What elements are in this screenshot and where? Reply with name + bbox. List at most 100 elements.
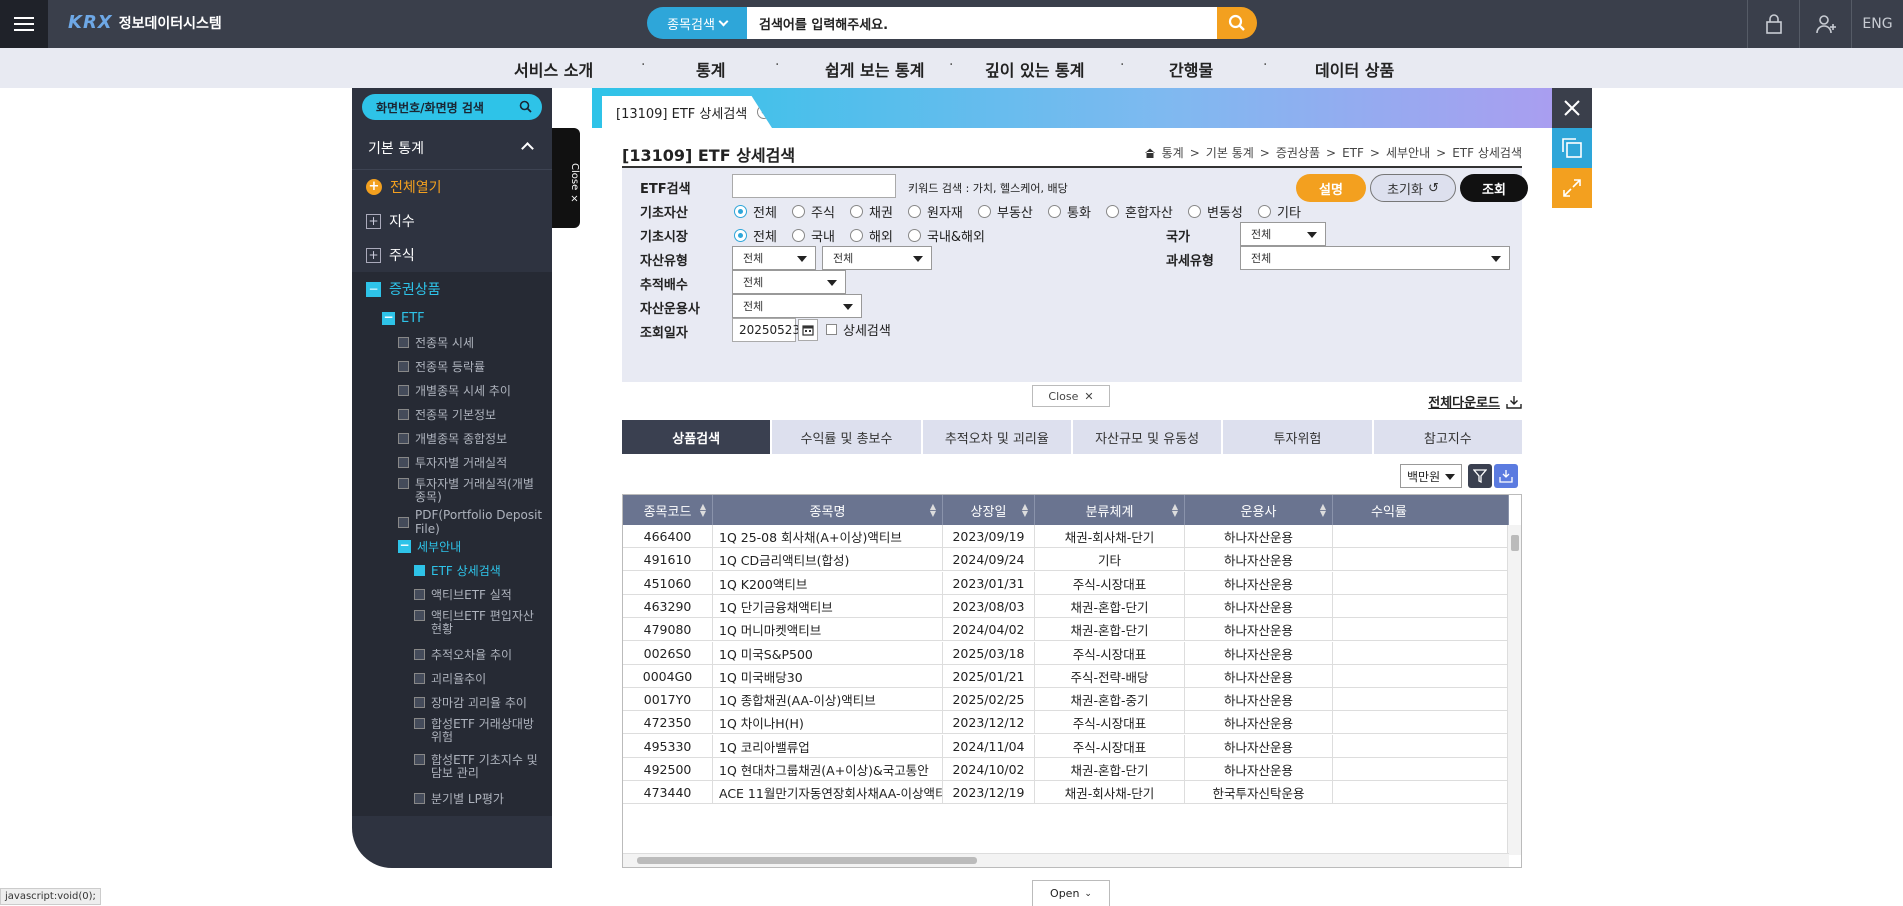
col-header-name[interactable]: 종목명 ▲ ▼ [713,495,943,525]
asset-type-select-2[interactable]: 전체 [822,246,932,270]
subtab-investment-risk[interactable]: 투자위험 [1223,420,1372,454]
open-button[interactable]: Open ⌄ [1032,880,1110,906]
table-row[interactable]: 0017Y0 1Q 종합채권(AA-이상)액티브 2025/02/25 채권-혼합-중… [623,688,1509,712]
horizontal-scrollbar[interactable] [623,853,1509,867]
nav-item-stats[interactable]: 통계 [696,57,725,81]
calendar-button[interactable] [798,319,818,341]
radio-asset-currency[interactable]: 통화 [1048,202,1091,221]
table-row[interactable]: 491610 1Q CD금리액티브(합성) 2024/09/24 기타 하나자산운용 [623,548,1509,572]
lock-button[interactable] [1747,0,1799,48]
breadcrumb-item[interactable]: 증권상품 [1276,144,1320,161]
vertical-scrollbar[interactable] [1507,525,1521,855]
subtab-tracking-error[interactable]: 추적오차 및 괴리율 [922,420,1071,454]
search-button[interactable] [1217,7,1257,39]
logo[interactable]: KRX 정보데이터시스템 [68,12,222,33]
radio-asset-volatility[interactable]: 변동성 [1188,202,1243,221]
sidebar-item-stock[interactable]: + 주식 [352,238,552,272]
sidebar-subitem[interactable]: 전종목 기본정보 [352,402,552,426]
sidebar-subitem[interactable]: 개별종목 종합정보 [352,426,552,450]
radio-market-all[interactable]: 전체 [734,226,777,245]
tax-type-select[interactable]: 전체 [1240,246,1510,270]
radio-asset-commodity[interactable]: 원자재 [908,202,963,221]
radio-market-both[interactable]: 국내&해외 [908,226,985,245]
radio-asset-mixed[interactable]: 혼합자산 [1106,202,1173,221]
explain-button[interactable]: 설명 [1296,174,1366,202]
download-all-button[interactable]: 전체다운로드 [1428,392,1522,411]
subtab-asset-liquidity[interactable]: 자산규모 및 유동성 [1072,420,1222,454]
breadcrumb-item[interactable]: 세부안내 [1386,144,1430,161]
screen-search-input[interactable]: 화면번호/화면명 검색 [362,94,542,120]
sidebar-subitem[interactable]: 장마감 괴리율 추이 [352,690,552,714]
radio-asset-etc[interactable]: 기타 [1258,202,1301,221]
sidebar-subitem[interactable]: 투자자별 거래실적 [352,450,552,474]
radio-market-domestic[interactable]: 국내 [792,226,835,245]
subtab-product-search[interactable]: 상품검색 [622,420,771,454]
new-window-button[interactable] [1552,128,1592,168]
radio-asset-bond[interactable]: 채권 [850,202,893,221]
col-header-listing-date[interactable]: 상장일 ▲ ▼ [943,495,1035,525]
sidebar-item-index[interactable]: + 지수 [352,204,552,238]
table-row[interactable]: 463290 1Q 단기금융채액티브 2023/08/03 채권-혼합-단기 하나자산운… [623,594,1509,618]
menu-button[interactable] [0,0,48,48]
sidebar-subitem[interactable]: 개별종목 시세 추이 [352,378,552,402]
scroll-thumb[interactable] [637,857,977,864]
radio-asset-all[interactable]: 전체 [734,202,777,221]
breadcrumb-item[interactable]: 기본 통계 [1206,144,1254,161]
tracking-multiple-select[interactable]: 전체 [732,270,846,294]
etf-search-input[interactable] [732,174,896,198]
form-close-button[interactable]: Close ✕ [1032,385,1110,407]
user-add-button[interactable] [1799,0,1851,48]
table-row[interactable]: 0026S0 1Q 미국S&P500 2025/03/18 주식-시장대표 하나자산운용 [623,641,1509,665]
breadcrumb-item[interactable]: 통계 [1162,144,1184,161]
col-header-code[interactable]: 종목코드 ▲ ▼ [623,495,713,525]
nav-item-deep-stats[interactable]: 깊이 있는 통계 [985,57,1084,81]
col-header-classification[interactable]: 분류체계 ▲ ▼ [1035,495,1185,525]
language-button[interactable]: ENG [1851,0,1903,48]
search-type-select[interactable]: 종목검색 [647,7,747,39]
search-icon[interactable] [519,100,532,113]
close-icon[interactable]: ✕ [757,105,772,119]
subtab-returns-fees[interactable]: 수익률 및 총보수 [772,420,921,454]
sidebar-subitem[interactable]: 액티브ETF 실적 [352,582,552,606]
expand-button[interactable] [1552,168,1592,208]
sidebar-item-securities[interactable]: − 증권상품 [352,272,552,306]
filter-button[interactable] [1468,464,1492,488]
sidebar-subitem[interactable]: 괴리율추이 [352,666,552,690]
table-row[interactable]: 473440 ACE 11월만기자동연장회사채AA-이상액티브 2023/12/19… [623,781,1509,805]
scroll-thumb[interactable] [1511,535,1519,551]
col-header-return[interactable]: 수익률 [1333,495,1509,525]
sidebar-subitem[interactable]: 액티브ETF 편입자산현황 [352,606,552,642]
sidebar-subitem[interactable]: 투자자별 거래실적(개별종목) [352,474,552,510]
sidebar-subitem[interactable]: 전종목 시세 [352,330,552,354]
sidebar-subitem[interactable]: 분기별 LP평가 [352,786,552,810]
radio-market-overseas[interactable]: 해외 [850,226,893,245]
sidebar-subitem[interactable]: PDF(Portfolio Deposit File) [352,508,552,536]
sidebar-subitem[interactable]: 추적오차율 추이 [352,642,552,666]
asset-type-select-1[interactable]: 전체 [732,246,816,270]
sidebar-close-tab[interactable]: Close × [552,128,580,228]
sidebar-item-detail-info[interactable]: − 세부안내 [352,534,552,558]
excel-download-button[interactable] [1494,464,1518,488]
radio-asset-realestate[interactable]: 부동산 [978,202,1033,221]
nav-item-data-products[interactable]: 데이터 상품 [1315,57,1394,81]
breadcrumb-item[interactable]: ETF [1342,146,1364,160]
nav-item-easy-stats[interactable]: 쉽게 보는 통계 [825,57,924,81]
query-date-input[interactable]: 20250523 [732,318,800,342]
sidebar-item-etf[interactable]: − ETF [352,306,552,330]
table-row[interactable]: 479080 1Q 머니마켓액티브 2024/04/02 채권-혼합-단기 하나자산운용 [623,618,1509,642]
sidebar-subitem[interactable]: 합성ETF 기초지수 및 담보 관리 [352,750,552,786]
sidebar-subitem-active[interactable]: ETF 상세검색 [352,558,552,582]
sidebar-subitem[interactable]: 합성ETF 거래상대방위험 [352,714,552,750]
table-row[interactable]: 495330 1Q 코리아밸류업 2024/11/04 주식-시장대표 하나자산운용 [623,734,1509,758]
search-submit-button[interactable]: 조회 [1460,174,1528,202]
sidebar-subitem[interactable]: 전종목 등락률 [352,354,552,378]
table-row[interactable]: 492500 1Q 현대차그룹채권(A+이상)&국고통안 2024/10/02 채권-… [623,758,1509,781]
col-header-manager[interactable]: 운용사 ▲ ▼ [1185,495,1333,525]
reset-button[interactable]: 초기화 ↺ [1370,174,1456,202]
table-row[interactable]: 0004G0 1Q 미국배당30 2025/01/21 주식-전략-배당 하나자산운용 [623,664,1509,688]
sidebar-section-header[interactable]: 기본 통계 [352,126,552,170]
detail-search-checkbox[interactable]: 상세검색 [826,320,891,339]
tab-etf-detail-search[interactable]: [13109] ETF 상세검색 ✕ [602,96,772,128]
open-all-button[interactable]: + 전체열기 [352,170,552,204]
nav-item-publications[interactable]: 간행물 [1169,57,1213,81]
